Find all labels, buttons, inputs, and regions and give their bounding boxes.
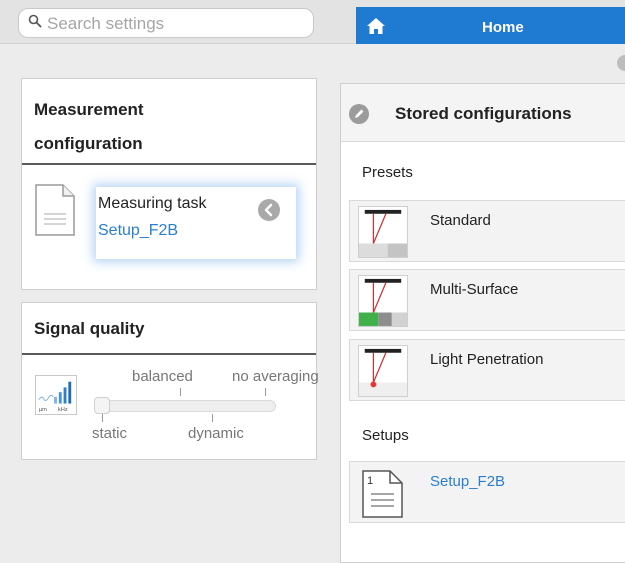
setup-item-setup-f2b[interactable]: 1 Setup_F2B — [349, 461, 625, 523]
preset-light-penetration-icon — [358, 345, 408, 397]
tab-home[interactable]: Home — [356, 7, 625, 44]
setups-heading: Setups — [362, 427, 409, 444]
measuring-task-value[interactable]: Setup_F2B — [98, 222, 178, 240]
slider-tick — [265, 388, 266, 396]
slider-tick — [102, 414, 103, 422]
slider-thumb[interactable] — [94, 397, 110, 414]
stored-configurations-panel: Stored configurations Presets Standard M… — [340, 83, 625, 563]
slider-label-static: static — [92, 425, 128, 442]
search-input[interactable] — [47, 13, 297, 35]
preset-multi-surface-icon — [358, 275, 408, 327]
divider — [22, 353, 316, 355]
chevron-left-icon[interactable] — [258, 199, 280, 221]
tab-home-label: Home — [482, 19, 524, 36]
preset-item-light-penetration[interactable]: Light Penetration — [349, 339, 625, 401]
signal-unit-khz: kHz — [58, 407, 68, 413]
preset-name: Multi-Surface — [430, 281, 519, 298]
preset-item-standard[interactable]: Standard — [349, 200, 625, 262]
measurement-configuration-title: Measurement configuration — [34, 100, 144, 153]
pencil-icon[interactable] — [349, 104, 369, 124]
signal-quality-icon: µm kHz — [35, 375, 77, 415]
signal-quality-slider[interactable] — [96, 400, 276, 412]
measuring-task-label: Measuring task — [98, 195, 207, 212]
stored-configurations-header: Stored configurations — [341, 84, 625, 142]
document-icon — [35, 184, 75, 236]
search-box[interactable] — [18, 8, 314, 38]
signal-quality-title: Signal quality — [34, 319, 145, 338]
setup-document-icon: 1 — [362, 470, 403, 518]
preset-standard-icon — [358, 206, 408, 258]
top-bar: Home — [0, 0, 625, 44]
preset-item-multi-surface[interactable]: Multi-Surface — [349, 269, 625, 331]
signal-quality-slider-area: balanced no averaging static dynamic — [92, 368, 318, 448]
preset-name: Light Penetration — [430, 351, 544, 368]
measurement-configuration-panel: Measurement configuration Measuring task… — [21, 78, 317, 290]
slider-tick — [212, 414, 213, 422]
slider-tick — [180, 388, 181, 396]
slider-label-dynamic: dynamic — [188, 425, 244, 442]
measuring-task-card[interactable]: Measuring task Setup_F2B — [96, 187, 296, 259]
search-icon — [28, 14, 42, 28]
signal-quality-panel: Signal quality µm kHz balanced no averag… — [21, 302, 318, 460]
stored-configurations-title: Stored configurations — [395, 104, 572, 123]
collapse-icon[interactable] — [617, 55, 625, 71]
preset-name: Standard — [430, 212, 491, 229]
home-icon — [367, 18, 385, 34]
slider-label-no-averaging: no averaging — [232, 368, 318, 385]
signal-unit-um: µm — [39, 407, 47, 413]
setup-name: Setup_F2B — [430, 473, 506, 490]
presets-heading: Presets — [362, 164, 413, 181]
svg-text:1: 1 — [367, 475, 373, 487]
slider-label-balanced: balanced — [132, 368, 193, 385]
divider — [22, 163, 316, 165]
